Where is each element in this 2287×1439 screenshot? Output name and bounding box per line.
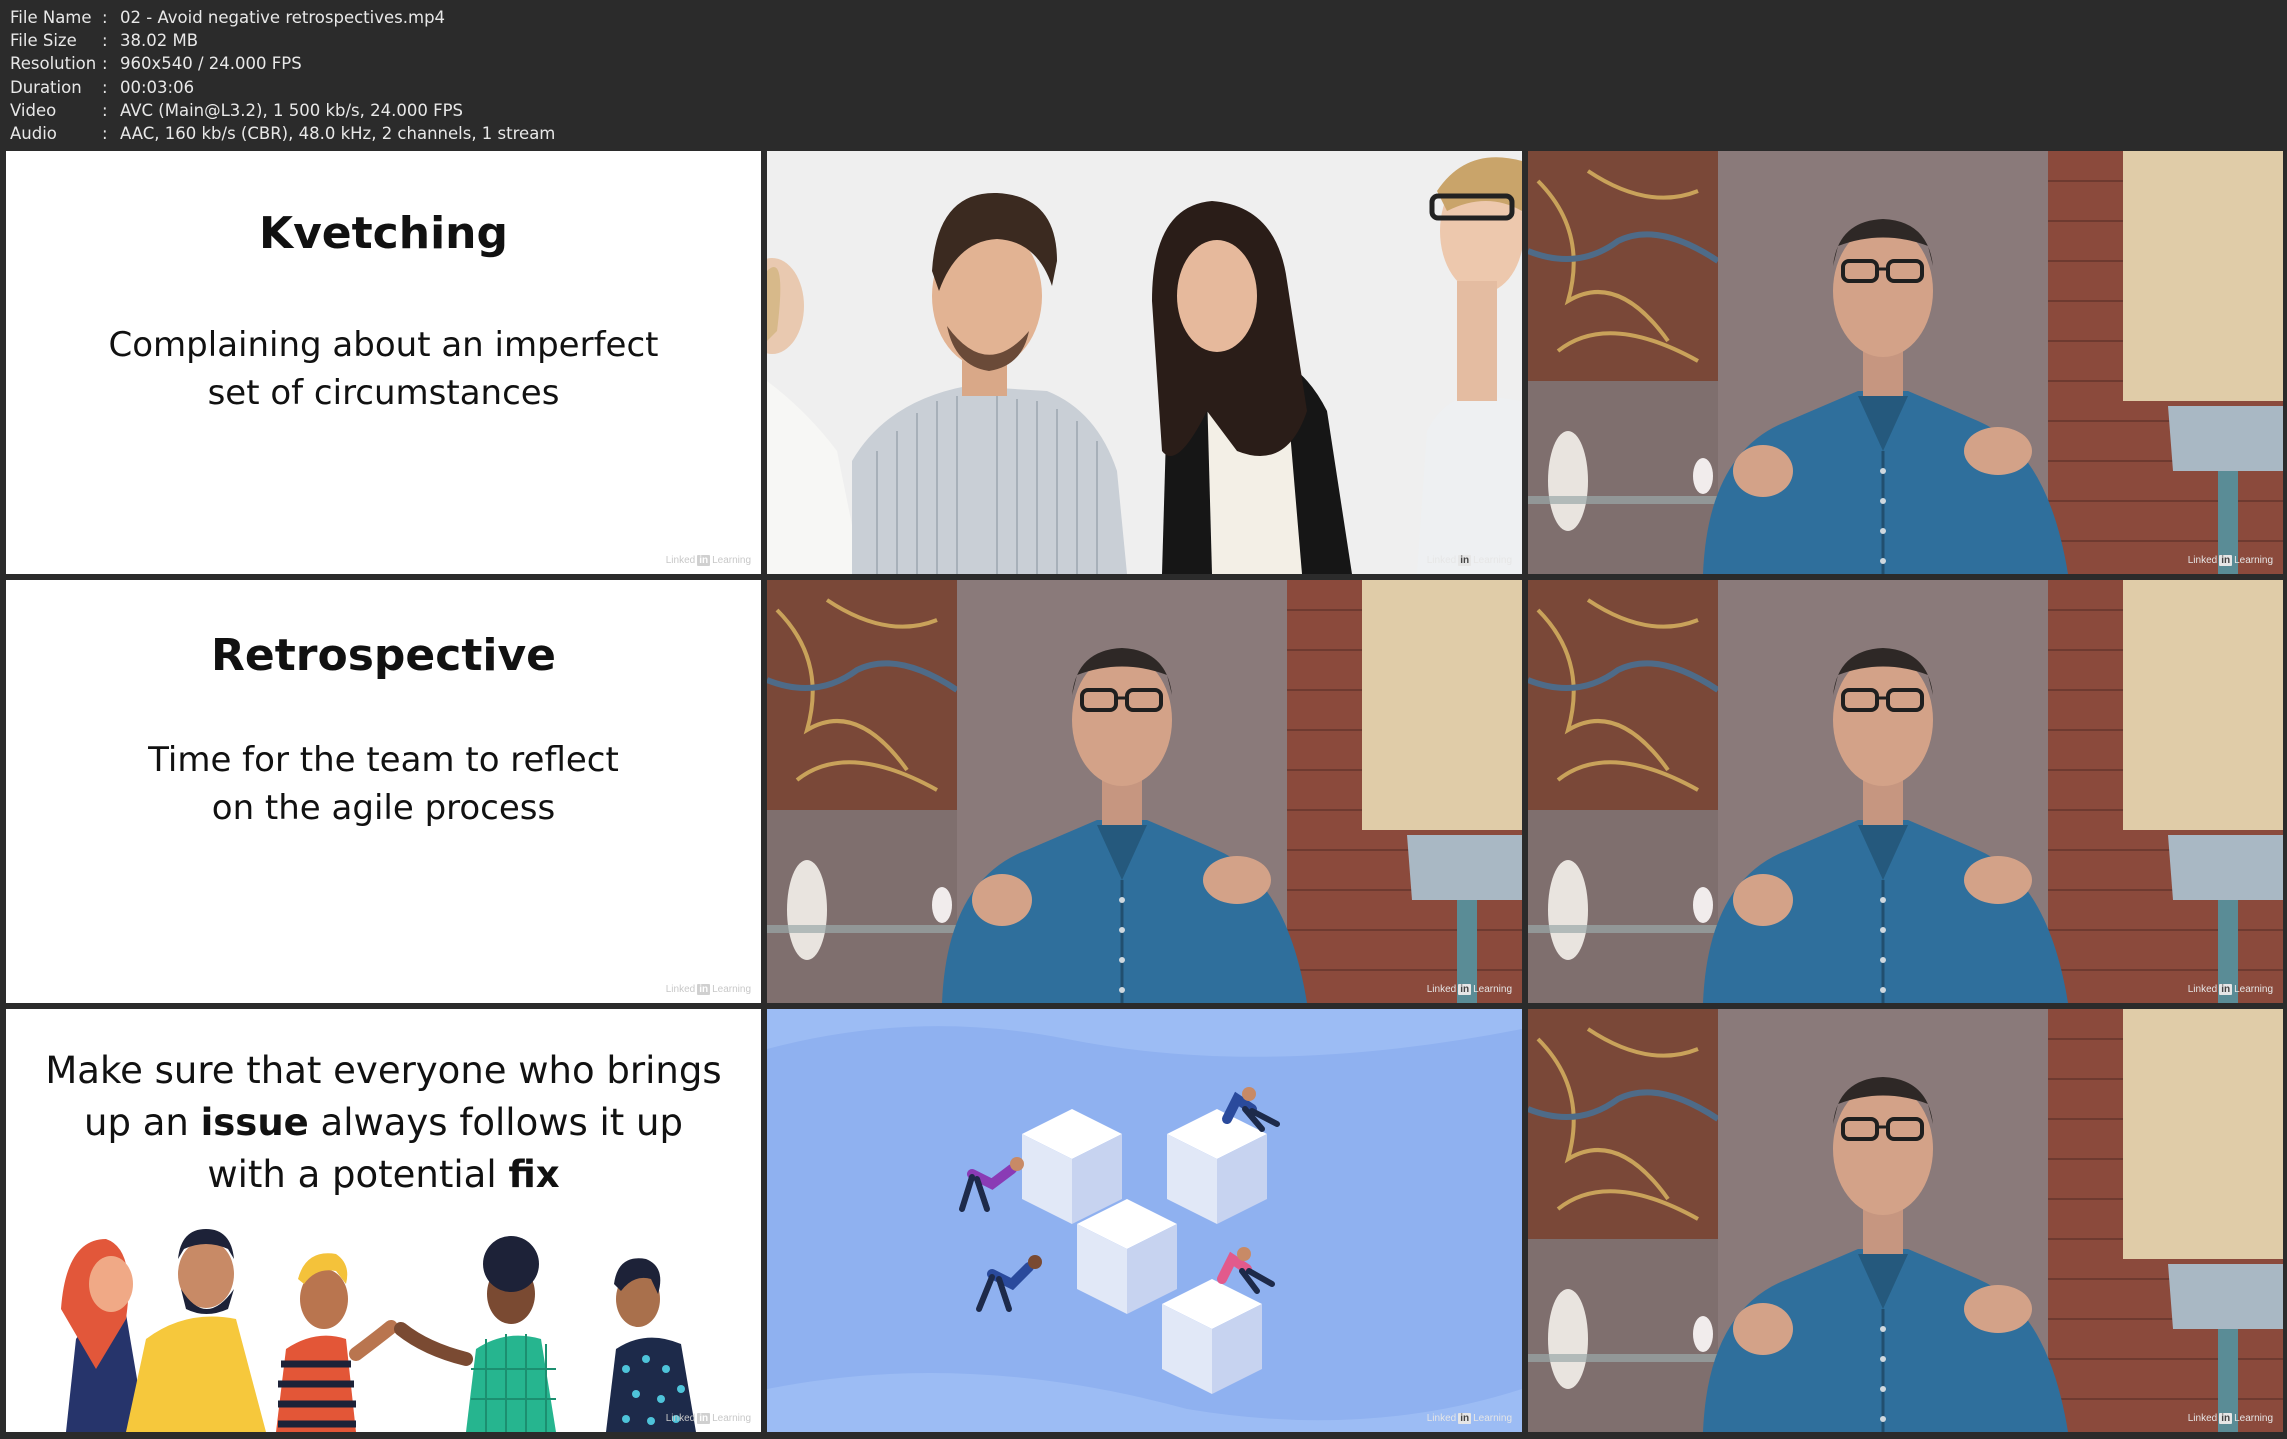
watermark-text: Linked: [665, 1413, 696, 1424]
info-value: AVC (Main@L3.2), 1 500 kb/s, 24.000 FPS: [120, 100, 464, 120]
slide-body-line: Complaining about an imperfect: [108, 325, 659, 365]
linkedin-logo-icon: in: [2219, 984, 2233, 995]
thumbnail-presenter: Linked in Learning: [767, 580, 1522, 1003]
info-key: File Size: [10, 31, 77, 51]
watermark-text: Learning: [1473, 984, 1512, 995]
linkedin-learning-watermark: Linked in Learning: [666, 984, 751, 995]
watermark-text: Learning: [2234, 1413, 2273, 1424]
presenter-image: [1528, 580, 2283, 1003]
thumbnail-presenter: Linked in Learning: [1528, 1009, 2283, 1432]
slide-body: Complaining about an imperfect set of ci…: [6, 321, 761, 417]
linkedin-learning-watermark: Linked in Learning: [1427, 555, 1512, 566]
linkedin-logo-icon: in: [697, 984, 711, 995]
info-row-file-name: File Name:02 - Avoid negative retrospect…: [10, 6, 555, 29]
group-conversation-image: [767, 151, 1522, 574]
thumbnail-presenter: Linked in Learning: [1528, 151, 2283, 574]
watermark-text: Learning: [712, 555, 751, 566]
info-key: Video: [10, 100, 57, 120]
people-group-illustration: [61, 1229, 696, 1432]
info-separator: :: [102, 54, 108, 74]
thumbnail-slide-kvetching: Kvetching Complaining about an imperfect…: [6, 151, 761, 574]
thumbnail-slide-issue-fix: Make sure that everyone who brings up an…: [6, 1009, 761, 1432]
watermark-text: Linked: [1426, 555, 1457, 566]
slide-body-line: Time for the team to reflect: [148, 740, 619, 780]
linkedin-logo-icon: in: [2219, 1413, 2233, 1424]
linkedin-learning-watermark: Linked in Learning: [2188, 555, 2273, 566]
watermark-text: Learning: [2234, 555, 2273, 566]
watermark-text: Learning: [1473, 555, 1512, 566]
linkedin-logo-icon: in: [1458, 555, 1472, 566]
watermark-text: Learning: [712, 1413, 751, 1424]
watermark-text: Learning: [2234, 984, 2273, 995]
presenter-image: [1528, 1009, 2283, 1432]
file-info-panel: File Name:02 - Avoid negative retrospect…: [10, 6, 555, 145]
slide-title: Kvetching: [259, 208, 508, 259]
info-value: 38.02 MB: [120, 31, 199, 51]
presenter-image: [1528, 151, 2283, 574]
info-separator: :: [102, 100, 108, 120]
slide-body: Time for the team to reflect on the agil…: [6, 736, 761, 832]
thumbnail-cubes-illustration: Linked in Learning: [767, 1009, 1522, 1432]
info-row-file-size: File Size:38.02 MB: [10, 29, 555, 52]
info-separator: :: [102, 8, 108, 27]
info-value: 960x540 / 24.000 FPS: [120, 54, 302, 74]
info-separator: :: [102, 31, 108, 51]
info-row-resolution: Resolution:960x540 / 24.000 FPS: [10, 52, 555, 75]
linkedin-learning-watermark: Linked in Learning: [666, 555, 751, 566]
watermark-text: Linked: [2187, 555, 2218, 566]
watermark-text: Linked: [665, 984, 696, 995]
info-key: Resolution: [10, 54, 97, 74]
thumbnail-slide-retrospective: Retrospective Time for the team to refle…: [6, 580, 761, 1003]
watermark-text: Linked: [1426, 984, 1457, 995]
watermark-text: Linked: [1426, 1413, 1457, 1424]
linkedin-logo-icon: in: [1458, 1413, 1472, 1424]
linkedin-logo-icon: in: [2219, 555, 2233, 566]
linkedin-learning-watermark: Linked in Learning: [2188, 1413, 2273, 1424]
people-pushing-cubes-illustration: [767, 1009, 1522, 1432]
info-separator: :: [102, 124, 108, 144]
info-key: Audio: [10, 124, 57, 144]
slide-body-line: on the agile process: [211, 788, 556, 828]
linkedin-learning-watermark: Linked in Learning: [1427, 1413, 1512, 1424]
info-row-audio: Audio: AAC, 160 kb/s (CBR), 48.0 kHz, 2 c…: [10, 122, 555, 145]
slide-title: Retrospective: [211, 630, 556, 681]
info-row-video: Video: AVC (Main@L3.2), 1 500 kb/s, 24.00…: [10, 99, 555, 122]
linkedin-learning-watermark: Linked in Learning: [1427, 984, 1512, 995]
watermark-text: Linked: [665, 555, 696, 566]
thumbnail-group-photo: Linked in Learning: [767, 151, 1522, 574]
info-row-duration: Duration:00:03:06: [10, 76, 555, 99]
watermark-text: Learning: [1473, 1413, 1512, 1424]
info-value: 00:03:06: [120, 77, 195, 97]
linkedin-learning-watermark: Linked in Learning: [2188, 984, 2273, 995]
info-key: File Name: [10, 8, 92, 27]
watermark-text: Linked: [2187, 984, 2218, 995]
info-separator: :: [102, 77, 108, 97]
watermark-text: Linked: [2187, 1413, 2218, 1424]
info-value: AAC, 160 kb/s (CBR), 48.0 kHz, 2 channel…: [120, 124, 556, 144]
thumbnail-presenter: Linked in Learning: [1528, 580, 2283, 1003]
info-value: 02 - Avoid negative retrospectives.mp4: [120, 8, 446, 27]
linkedin-learning-watermark: Linked in Learning: [666, 1413, 751, 1424]
presenter-image: [767, 580, 1522, 1003]
linkedin-logo-icon: in: [697, 555, 711, 566]
slide-body-line: set of circumstances: [207, 373, 560, 413]
watermark-text: Learning: [712, 984, 751, 995]
linkedin-logo-icon: in: [697, 1413, 711, 1424]
linkedin-logo-icon: in: [1458, 984, 1472, 995]
info-key: Duration: [10, 77, 82, 97]
